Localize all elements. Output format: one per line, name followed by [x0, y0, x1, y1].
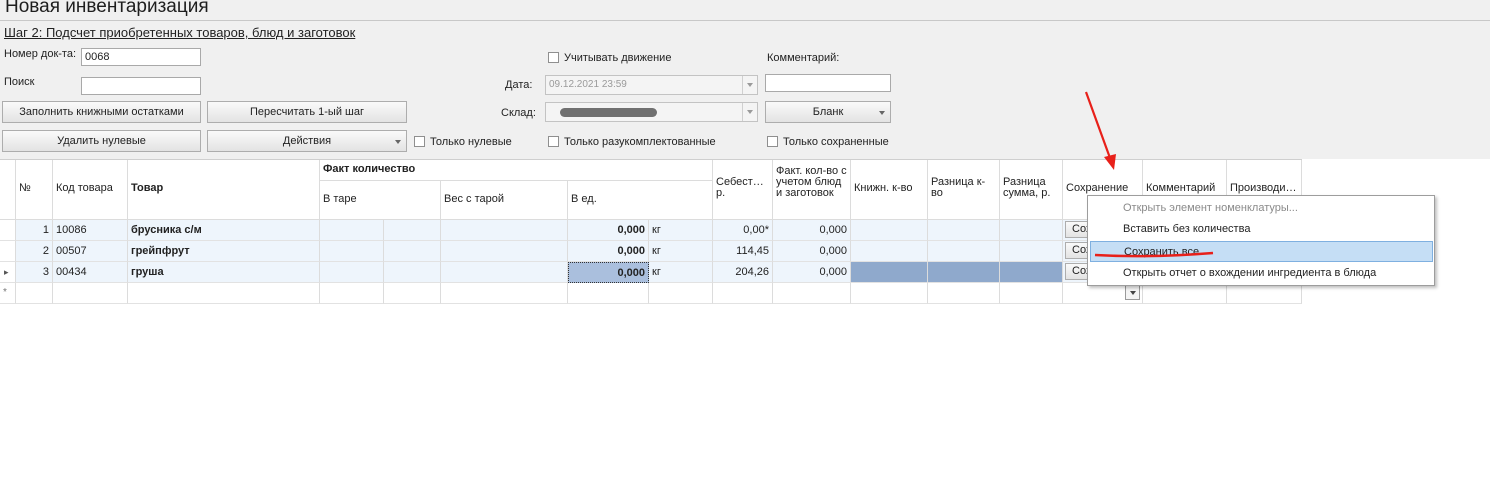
red-underline-annotation	[1094, 251, 1214, 258]
red-arrow-annotation	[1084, 91, 1116, 170]
annotation-overlay	[1084, 91, 1214, 258]
